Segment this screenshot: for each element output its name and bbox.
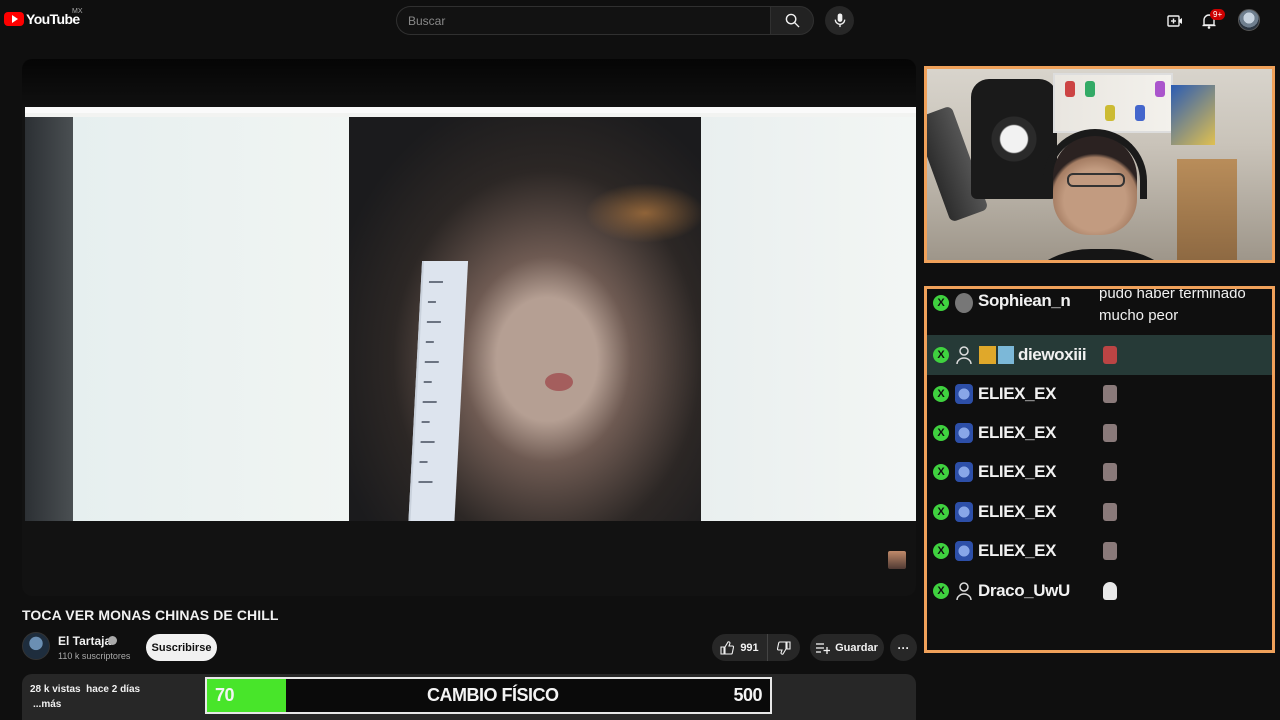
- goal-target: 500: [733, 685, 762, 705]
- chat-message: X Sophiean_n pudo haber terminado mucho …: [927, 286, 1272, 341]
- chat-message: X ELIEX_EX: [927, 374, 1272, 414]
- like-dislike-pill: 991: [712, 634, 800, 661]
- user-outline-icon: [956, 346, 972, 365]
- chat-message: X Draco_UwU: [927, 571, 1272, 611]
- notifications-badge: 9+: [1210, 9, 1226, 20]
- webcam-overlay: [924, 66, 1275, 263]
- subscriber-count: 110 k suscriptores: [58, 651, 131, 661]
- emote-icon: [1103, 346, 1117, 364]
- like-count: 991: [740, 641, 759, 654]
- xbox-badge-icon: X: [933, 504, 949, 520]
- chat-message: X ELIEX_EX: [927, 531, 1272, 571]
- webcam-cat-tree: [1177, 159, 1237, 260]
- mic-icon: [834, 13, 845, 28]
- emote-icon: [1103, 503, 1117, 521]
- xbox-badge-icon: X: [933, 464, 949, 480]
- video-title: TOCA VER MONAS CHINAS DE CHILL: [22, 607, 279, 623]
- xbox-badge-icon: X: [933, 295, 949, 311]
- video-scene-panel-right: [701, 117, 916, 521]
- chat-message: X ELIEX_EX: [927, 413, 1272, 453]
- thumbnail-icon[interactable]: [888, 551, 906, 569]
- chat-text-line1: pudo haber terminado: [1099, 286, 1246, 302]
- chat-text-line2: mucho peor: [1099, 307, 1179, 324]
- goal-label: CAMBIO FÍSICO: [427, 685, 559, 705]
- chat-username: ELIEX_EX: [978, 541, 1057, 560]
- user-avatar-icon: [955, 293, 973, 313]
- user-avatar-icon: [955, 384, 973, 404]
- video-top-band: [22, 59, 916, 107]
- xbox-badge-icon: X: [933, 583, 949, 599]
- like-button[interactable]: 991: [712, 634, 768, 661]
- channel-name[interactable]: El Tartaja: [58, 634, 111, 648]
- voice-search-button[interactable]: [825, 6, 854, 35]
- youtube-play-icon: [4, 12, 24, 26]
- dislike-button[interactable]: [768, 634, 800, 661]
- thumbs-up-icon: [720, 640, 735, 655]
- emote-icon: [1103, 542, 1117, 560]
- search-input[interactable]: [396, 6, 770, 35]
- video-scene-photo: [349, 117, 709, 521]
- save-label: Guardar: [835, 641, 878, 654]
- video-frame[interactable]: [25, 107, 916, 521]
- chat-username: ELIEX_EX: [978, 384, 1057, 403]
- emote-icon: [1103, 463, 1117, 481]
- emote-icon: [1103, 385, 1117, 403]
- youtube-logo[interactable]: YouTube MX: [4, 8, 83, 27]
- playlist-add-icon: [816, 642, 831, 654]
- chat-username: Draco_UwU: [978, 581, 1070, 600]
- thumbs-down-icon: [777, 640, 791, 655]
- video-scene-light: [585, 183, 705, 243]
- chat-username: Sophiean_n: [978, 291, 1071, 310]
- user-avatar-icon: [955, 502, 973, 522]
- show-more-link[interactable]: ...más: [33, 699, 61, 710]
- save-button[interactable]: Guardar: [810, 634, 884, 661]
- video-scene-mark: [545, 373, 573, 391]
- sub-badge-icon: [998, 346, 1014, 364]
- chat-username: ELIEX_EX: [978, 462, 1057, 481]
- subscribe-button[interactable]: Suscribirse: [146, 634, 217, 661]
- verified-icon: [108, 636, 117, 645]
- xbox-badge-icon: X: [933, 425, 949, 441]
- ghost-emote-icon: [1103, 582, 1117, 600]
- webcam-headset: [1043, 129, 1147, 199]
- search-bar: [396, 6, 814, 35]
- chat-username: ELIEX_EX: [978, 423, 1057, 442]
- region-label: MX: [72, 8, 83, 15]
- video-player[interactable]: [22, 59, 916, 596]
- chat-message: X diewoxiii: [927, 335, 1272, 375]
- top-bar: YouTube MX 9+: [0, 0, 1280, 42]
- chat-username: diewoxiii: [1018, 345, 1087, 364]
- xbox-badge-icon: X: [933, 347, 949, 363]
- search-icon: [785, 13, 800, 28]
- goal-progress-bar: 70 CAMBIO FÍSICO 500: [205, 677, 772, 714]
- user-avatar-icon: [955, 541, 973, 561]
- chat-overlay: X Sophiean_n pudo haber terminado mucho …: [924, 286, 1275, 653]
- video-scene-panel-left: [73, 117, 351, 521]
- chat-message: X ELIEX_EX: [927, 492, 1272, 532]
- chat-username: ELIEX_EX: [978, 502, 1057, 521]
- user-avatar-icon: [955, 423, 973, 443]
- create-icon: [1167, 15, 1182, 27]
- account-avatar[interactable]: [1238, 9, 1260, 31]
- search-button[interactable]: [770, 6, 814, 35]
- webcam-glasses: [1067, 173, 1125, 187]
- webcam-streamer-body: [1001, 249, 1201, 260]
- xbox-badge-icon: X: [933, 543, 949, 559]
- views-and-date: 28 k vistas hace 2 días: [30, 684, 141, 695]
- channel-avatar[interactable]: [22, 632, 50, 660]
- more-icon: ···: [897, 640, 910, 655]
- create-button[interactable]: [1164, 10, 1186, 32]
- webcam-poster: [1171, 85, 1215, 145]
- emote-icon: [1103, 424, 1117, 442]
- video-scene-edge: [25, 117, 73, 521]
- more-actions-button[interactable]: ···: [890, 634, 917, 661]
- xbox-badge-icon: X: [933, 386, 949, 402]
- chat-message: X ELIEX_EX: [927, 452, 1272, 492]
- goal-current: 70: [215, 685, 235, 705]
- webcam-shelf: [1053, 73, 1173, 133]
- user-outline-icon: [956, 582, 972, 601]
- crown-badge-icon: [979, 346, 996, 364]
- user-avatar-icon: [955, 462, 973, 482]
